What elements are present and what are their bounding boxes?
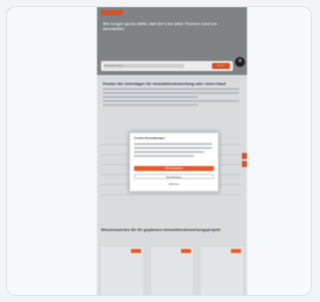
text-line [134,151,204,153]
info-card [151,247,193,295]
preview-card[interactable]: Wir sorgen gerne dafür, daß Sie's bei al… [6,6,312,296]
cookie-dialog: Cookie-Einstellungen Alle akzeptieren Ei… [129,132,219,192]
info-card [201,247,243,295]
cookie-dialog-title: Cookie-Einstellungen [134,136,165,140]
card-row [101,247,243,295]
settings-button: Einstellungen [134,174,214,179]
badge [181,249,191,253]
lower-heading: Wissenswertes für Ihr geplantes Immobili… [101,227,221,232]
text-line [134,147,212,149]
badge [231,249,241,253]
lower-section: Wissenswertes für Ihr geplantes Immobili… [101,227,243,232]
website-screenshot-preview: Wir sorgen gerne dafür, daß Sie's bei al… [97,7,247,295]
text-line [134,143,212,145]
text-line [134,155,194,157]
info-card [101,247,143,295]
accept-all-button: Alle akzeptieren [134,166,214,171]
badge [131,249,141,253]
decline-button: Ablehnen [134,182,214,187]
